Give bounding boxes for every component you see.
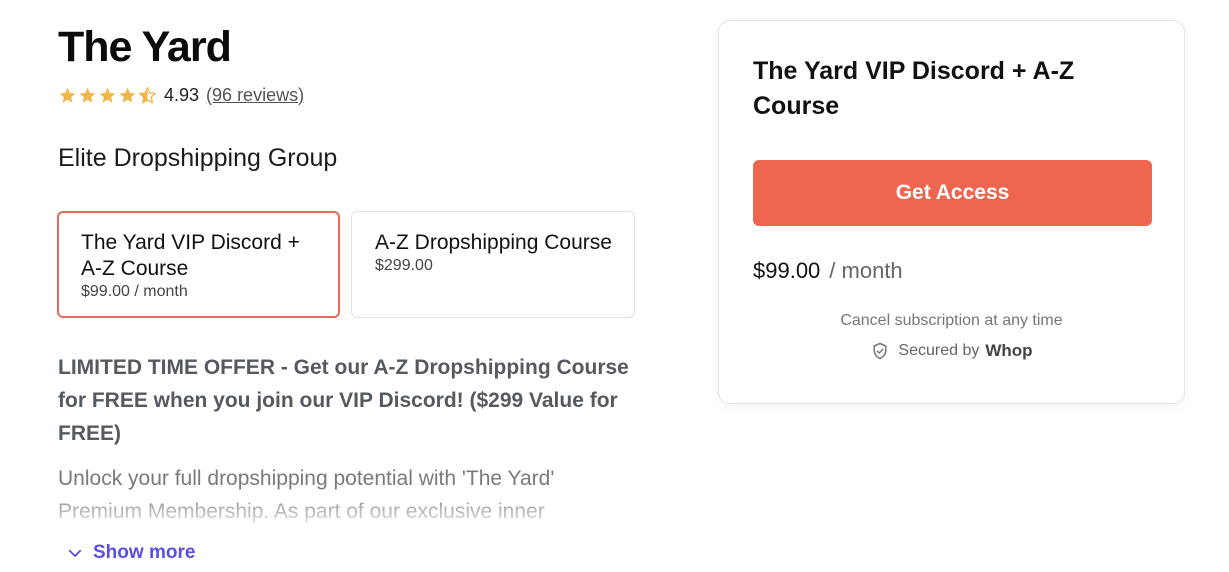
reviews-link[interactable]: (96 reviews) — [206, 85, 304, 106]
get-access-button[interactable]: Get Access — [753, 160, 1152, 226]
product-title: The Yard — [58, 23, 232, 71]
plan-price: $299.00 — [375, 257, 433, 274]
checkout-card: The Yard VIP Discord + A-Z Course Get Ac… — [718, 20, 1185, 404]
secured-by-row: Secured by Whop — [719, 341, 1184, 361]
star-icon — [79, 87, 96, 103]
offer-headline: LIMITED TIME OFFER - Get our A-Z Dropshi… — [58, 356, 629, 445]
product-tagline: Elite Dropshipping Group — [58, 144, 338, 172]
plan-option-vip-discord[interactable]: The Yard VIP Discord + A-Z Course $99.00… — [57, 211, 340, 318]
show-more-button[interactable]: Show more — [66, 542, 195, 564]
description-fade — [58, 495, 638, 530]
rating-value: 4.93 — [164, 84, 200, 105]
plan-name: A-Z Dropshipping Course — [375, 231, 612, 254]
star-icon — [119, 87, 136, 103]
rating-stars — [58, 86, 157, 105]
plan-name: The Yard VIP Discord + A-Z Course — [81, 231, 300, 280]
cancel-note: Cancel subscription at any time — [840, 312, 1063, 329]
plan-option-az-course[interactable]: A-Z Dropshipping Course $299.00 — [351, 211, 635, 318]
plan-price: $99.00 / month — [81, 283, 188, 300]
shield-check-icon — [873, 342, 888, 360]
chevron-down-icon — [68, 549, 82, 557]
show-more-label: Show more — [93, 542, 196, 563]
rating-row: 4.93 (96 reviews) — [58, 84, 304, 106]
half-star-icon — [138, 86, 157, 103]
whop-logo: Whop — [985, 341, 1033, 360]
star-icon — [99, 87, 116, 103]
secured-by-text: Secured by — [898, 342, 980, 359]
checkout-title: The Yard VIP Discord + A-Z Course — [753, 57, 1075, 120]
checkout-price-row: $99.00 / month — [753, 258, 903, 284]
checkout-price: $99.00 — [753, 258, 821, 283]
checkout-period: / month — [829, 258, 903, 283]
star-icon — [59, 87, 76, 103]
